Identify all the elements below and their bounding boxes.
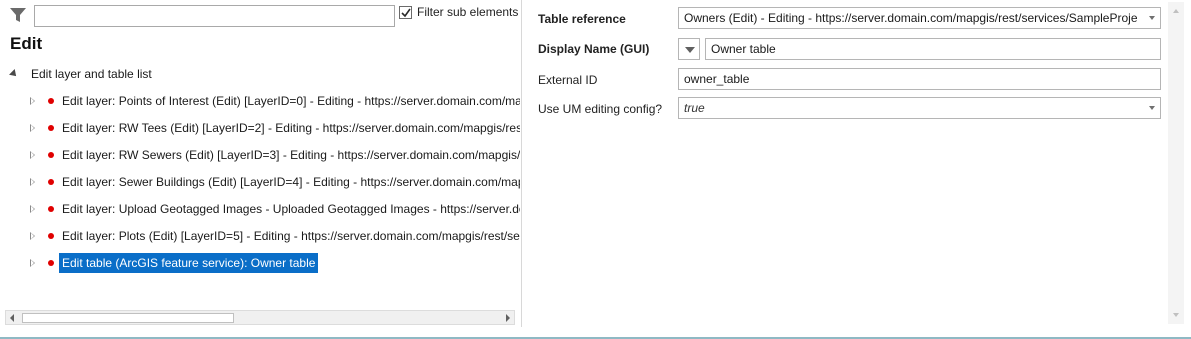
tree-pane: Filter sub elements Edit Edit layer and … [0,0,522,327]
chevron-down-icon[interactable] [1149,106,1155,110]
expand-arrow-icon[interactable] [30,97,35,105]
scrollbar-thumb[interactable] [22,313,234,323]
external-id-value: owner_table [684,72,750,86]
use-um-editing-value: true [684,101,705,115]
filter-sub-elements-label: Filter sub elements [417,5,519,19]
tree-item-label: Edit layer: Upload Geotagged Images - Up… [62,202,520,216]
status-dot-icon [48,179,54,185]
table-reference-value: Owners (Edit) - Editing - https://server… [684,11,1138,25]
status-dot-icon [48,206,54,212]
scroll-left-icon[interactable] [10,314,14,322]
display-name-value: Owner table [711,42,776,56]
tree-item-label: Edit layer: Points of Interest (Edit) [L… [62,94,520,108]
tree-item-label: Edit layer: RW Tees (Edit) [LayerID=2] -… [62,121,520,135]
status-dot-icon [48,152,54,158]
properties-pane: Table reference Owners (Edit) - Editing … [523,0,1191,327]
expand-arrow-icon[interactable] [30,124,35,132]
vertical-scrollbar[interactable] [1168,2,1184,324]
status-dot-icon [48,260,54,266]
display-name-field[interactable]: Owner table [705,38,1161,60]
display-name-label: Display Name (GUI) [538,42,650,56]
expand-arrow-icon[interactable] [30,178,35,186]
status-dot-icon [48,125,54,131]
editor-window: Filter sub elements Edit Edit layer and … [0,0,1191,339]
expand-arrow-icon[interactable] [30,232,35,240]
expand-arrow-icon[interactable] [30,151,35,159]
filter-input[interactable] [34,5,395,27]
funnel-filter-icon [10,8,26,22]
expand-arrow-icon[interactable] [30,259,35,267]
horizontal-scrollbar[interactable] [5,310,515,325]
scroll-down-icon[interactable] [1173,313,1179,317]
tree-item-label: Edit layer: Sewer Buildings (Edit) [Laye… [62,175,520,189]
use-um-editing-label: Use UM editing config? [538,102,663,116]
filter-sub-elements-checkbox[interactable] [399,6,412,19]
chevron-down-icon[interactable] [685,47,695,53]
tree-item-label: Edit layer: RW Sewers (Edit) [LayerID=3]… [62,148,520,162]
tree-root-label: Edit layer and table list [31,67,152,81]
edit-tree: Edit layer and table list Edit layer: Po… [0,62,520,304]
panel-title: Edit [10,34,43,53]
display-name-language-dropdown[interactable] [678,38,700,60]
status-dot-icon [48,98,54,104]
scroll-up-icon[interactable] [1173,9,1179,13]
status-dot-icon [48,233,54,239]
external-id-label: External ID [538,73,598,87]
chevron-down-icon[interactable] [1149,16,1155,20]
scroll-right-icon[interactable] [506,314,510,322]
use-um-editing-dropdown[interactable]: true [678,97,1161,119]
checkmark-icon [401,8,411,18]
collapse-arrow-icon[interactable] [9,69,19,79]
tree-item-label: Edit table (ArcGIS feature service): Own… [59,253,319,273]
table-reference-label: Table reference [538,12,626,26]
table-reference-dropdown[interactable]: Owners (Edit) - Editing - https://server… [678,7,1161,29]
tree-item-label: Edit layer: Plots (Edit) [LayerID=5] - E… [62,229,520,243]
expand-arrow-icon[interactable] [30,205,35,213]
external-id-field[interactable]: owner_table [678,68,1161,90]
